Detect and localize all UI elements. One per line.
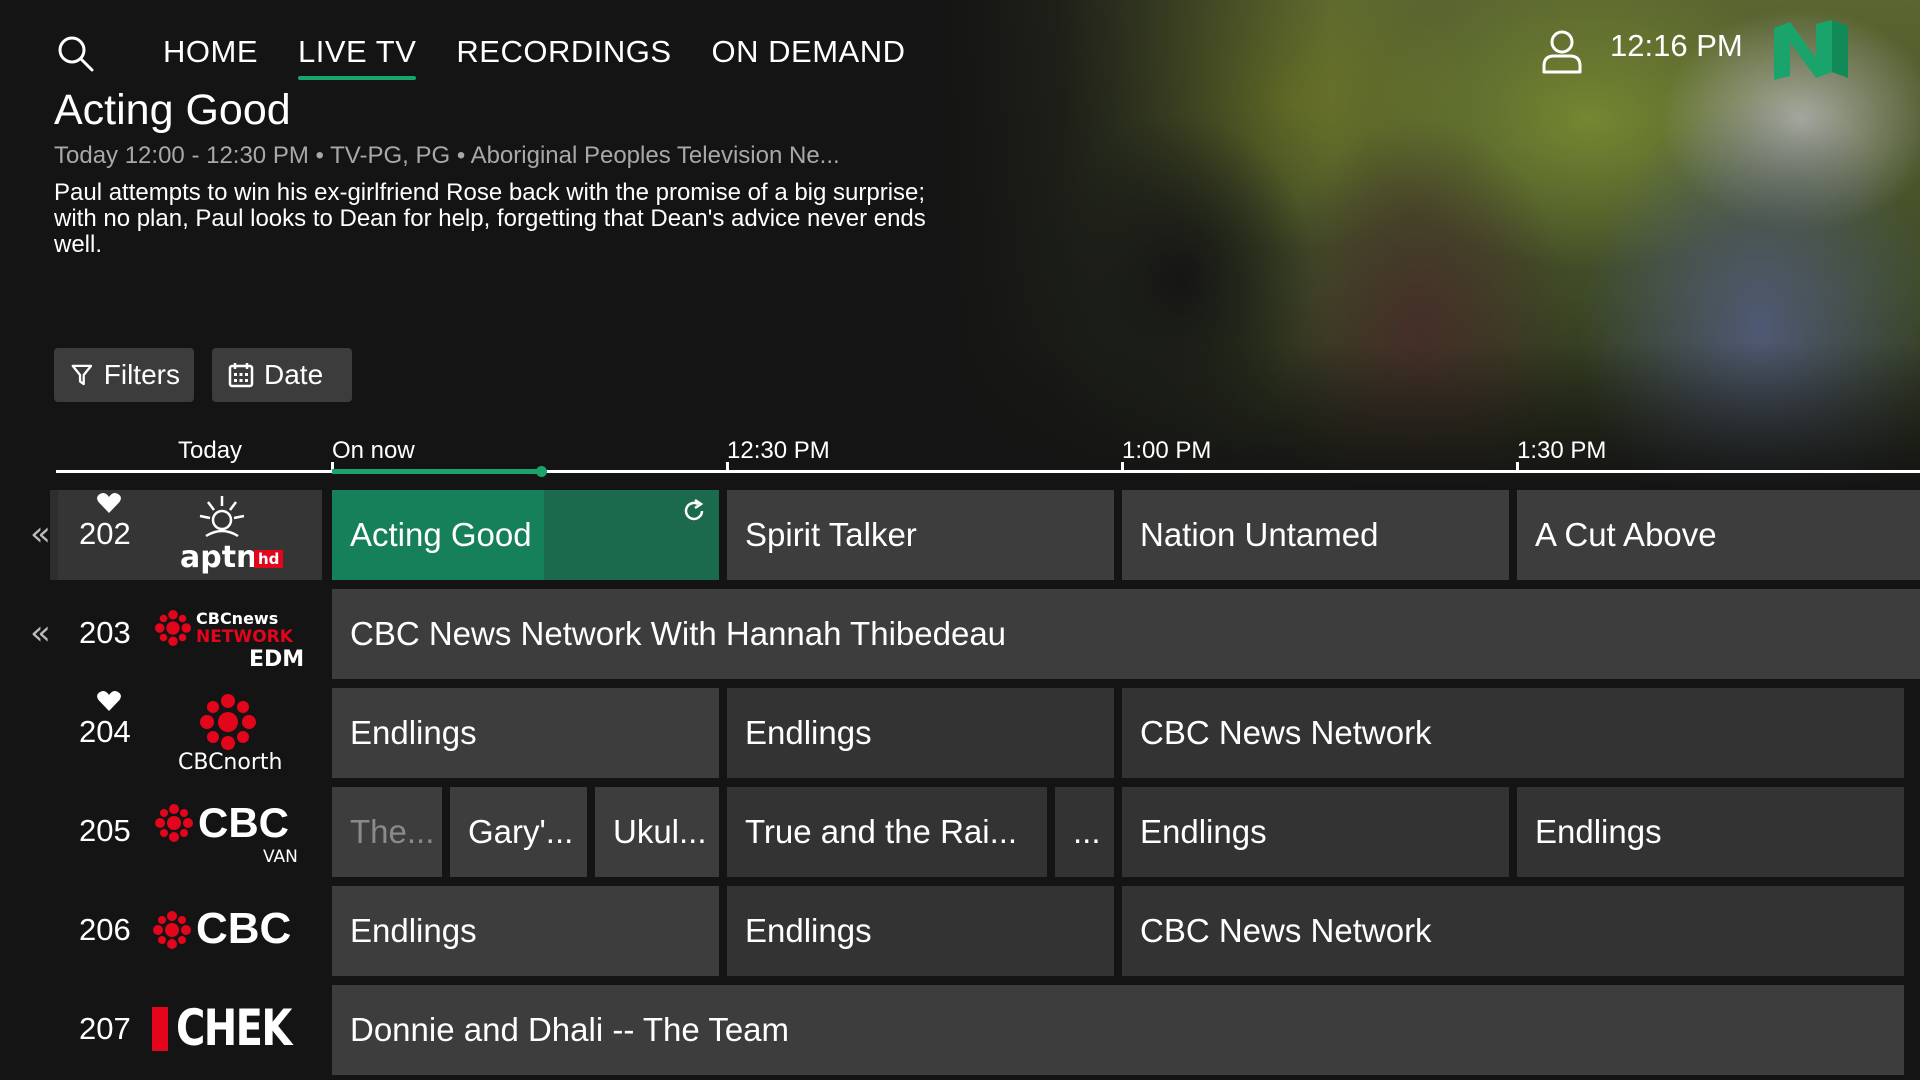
date-label: Date [264, 359, 324, 390]
time-slot-100: 1:00 PM [1122, 437, 1212, 464]
program-cell[interactable]: Endlings [727, 688, 1114, 778]
channel-number: 206 [79, 912, 131, 947]
hd-badge: hd [254, 550, 284, 568]
program-title: Acting Good [350, 516, 532, 553]
search-icon[interactable] [56, 34, 96, 74]
program-cell[interactable]: ... [1055, 787, 1114, 877]
edm-text: EDM [249, 647, 305, 672]
tab-home[interactable]: HOME [163, 34, 258, 76]
program-cell[interactable]: CBC News Network [1122, 886, 1904, 976]
program-cell[interactable]: Endlings [727, 886, 1114, 976]
program-cell[interactable]: Endlings [1122, 787, 1509, 877]
program-meta: Today 12:00 - 12:30 PM • TV-PG, PG • Abo… [54, 142, 840, 169]
program-cell[interactable]: Donnie and Dhali -- The Team [332, 985, 1904, 1075]
channel-info[interactable]: « 202 aptn hd [0, 490, 322, 580]
double-chevron-left-icon: « [30, 514, 51, 554]
now-progress-dot [536, 466, 547, 477]
van-text: VAN [263, 847, 298, 867]
cbc-text: CBC [198, 799, 289, 846]
cbc-van-logo: CBC VAN [150, 787, 310, 877]
tab-recordings[interactable]: RECORDINGS [456, 34, 671, 76]
timeline-tick [726, 462, 729, 473]
cbc-text: CBC [196, 904, 292, 953]
channel-number: 204 [79, 714, 131, 749]
time-slot-130: 1:30 PM [1517, 437, 1607, 464]
program-cell[interactable]: Endlings [332, 688, 719, 778]
filters-button[interactable]: Filters [54, 348, 194, 402]
filters-label: Filters [103, 359, 180, 390]
time-slot-on-now: On now [332, 437, 415, 464]
channel-row-206: 206 CBC Endlings Endlings CBC News Netwo… [0, 886, 1920, 976]
channel-number: 202 [79, 516, 131, 551]
user-icon[interactable] [1540, 28, 1584, 74]
network-text: NETWORK [196, 627, 293, 647]
channel-info[interactable]: 207 CHEK [0, 985, 322, 1075]
channel-row-204: 204 CBCnorth Endlings Endlings CBC News … [0, 688, 1920, 778]
channel-row-202: « 202 aptn hd Acting Good Spirit Talker … [0, 490, 1920, 580]
restart-icon [684, 498, 704, 521]
program-cell[interactable]: True and the Rai... [727, 787, 1047, 877]
program-cell[interactable]: Gary'... [450, 787, 587, 877]
channel-info[interactable]: « 203 CBCnews NETWORK EDM [0, 589, 322, 679]
filter-icon [71, 364, 93, 386]
program-cell[interactable]: Endlings [1517, 787, 1904, 877]
cbc-north-text: CBCnorth [178, 750, 283, 775]
cbc-north-logo: CBCnorth [150, 688, 310, 778]
cbc-news-network-logo: CBCnews NETWORK EDM [150, 589, 310, 679]
cbc-news-text: CBCnews [196, 609, 279, 628]
heart-icon [97, 493, 121, 513]
double-chevron-left-icon: « [30, 613, 51, 653]
channel-number: 203 [79, 615, 131, 650]
brand-logo [1774, 20, 1848, 80]
heart-icon [97, 691, 121, 711]
tab-live-tv[interactable]: LIVE TV [298, 34, 417, 80]
program-cell[interactable]: Ukul... [595, 787, 719, 877]
program-cell[interactable]: CBC News Network [1122, 688, 1904, 778]
today-label: Today [178, 437, 243, 464]
channel-row-205: 205 CBC VAN The... Gary'... Ukul... True… [0, 787, 1920, 877]
timeline-tick [1516, 462, 1519, 473]
calendar-icon [228, 363, 254, 388]
cbc-logo: CBC [150, 886, 310, 976]
aptn-hd-logo: aptn hd [150, 490, 310, 580]
program-cell[interactable]: CBC News Network With Hannah Thibedeau [332, 589, 1920, 679]
clock: 12:16 PM [1610, 28, 1743, 63]
program-title: Acting Good [54, 86, 291, 134]
channel-number: 207 [79, 1011, 131, 1046]
program-cell[interactable]: Spirit Talker [727, 490, 1114, 580]
aptn-logo-text: aptn [180, 540, 258, 575]
channel-number: 205 [79, 813, 131, 848]
channel-info[interactable]: 204 CBCnorth [0, 688, 322, 778]
program-description: Paul attempts to win his ex-girlfriend R… [54, 179, 926, 258]
program-cell[interactable]: The... [332, 787, 442, 877]
now-progress-bar [332, 469, 544, 474]
chek-text: CHEK [176, 999, 292, 1057]
program-cell[interactable]: A Cut Above [1517, 490, 1920, 580]
program-cell[interactable]: Nation Untamed [1122, 490, 1509, 580]
channel-info[interactable]: 205 CBC VAN [0, 787, 322, 877]
chek-logo: CHEK [150, 985, 310, 1075]
tab-on-demand[interactable]: ON DEMAND [712, 34, 906, 76]
program-cell[interactable]: Endlings [332, 886, 719, 976]
chek-red-bar [152, 1007, 168, 1051]
program-cell-on-air[interactable]: Acting Good [332, 490, 719, 580]
channel-info[interactable]: 206 CBC [0, 886, 322, 976]
time-slot-1230: 12:30 PM [727, 437, 830, 464]
timeline-tick [1121, 462, 1124, 473]
main-nav: HOME LIVE TV RECORDINGS ON DEMAND [163, 34, 906, 80]
date-button[interactable]: Date [212, 348, 352, 402]
channel-row-203: « 203 CBCnews NETWORK EDM CBC News Netwo… [0, 589, 1920, 679]
channel-row-207: 207 CHEK Donnie and Dhali -- The Team [0, 985, 1920, 1075]
